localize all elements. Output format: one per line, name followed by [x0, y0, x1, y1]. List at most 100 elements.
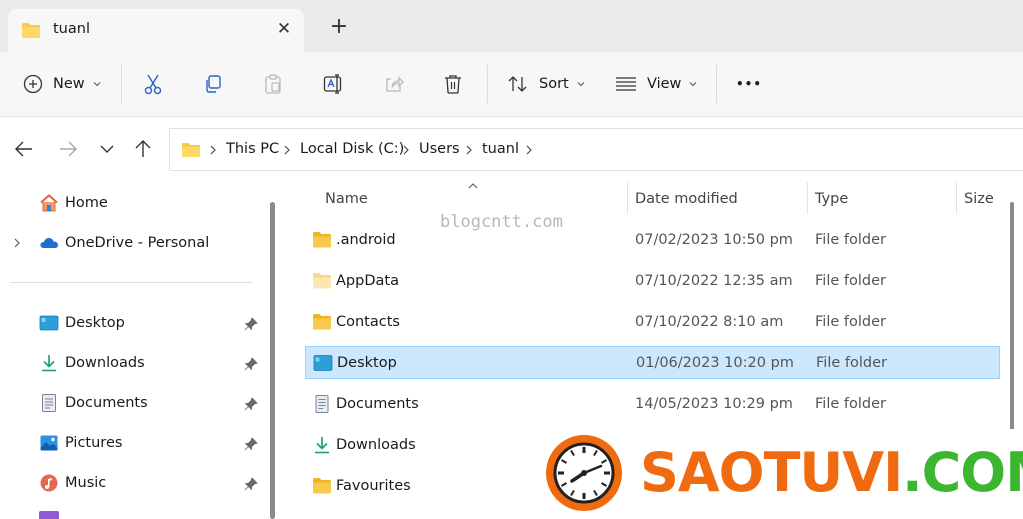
navigation-pane: Home OneDrive - Personal Desktop Downloa… — [0, 182, 263, 519]
desktop-icon — [313, 355, 333, 371]
folder-icon — [313, 314, 331, 330]
column-header-date[interactable]: Date modified — [635, 191, 738, 207]
chevron-down-icon — [690, 82, 697, 87]
column-header-name[interactable]: Name — [325, 191, 368, 207]
sidebar-item-label: OneDrive - Personal — [65, 235, 210, 251]
file-type: File folder — [815, 232, 886, 248]
address-bar[interactable]: This PC Local Disk (C:) Users tuanl — [169, 128, 1023, 171]
sort-button[interactable]: Sort — [507, 66, 585, 102]
folder-icon — [313, 478, 331, 494]
file-date: 01/06/2023 10:20 pm — [636, 355, 794, 371]
chevron-down-icon — [577, 82, 585, 87]
file-name: .android — [336, 232, 396, 248]
chevron-right-icon — [466, 145, 472, 155]
chevron-right-icon[interactable] — [12, 238, 22, 248]
recent-locations-button[interactable] — [95, 137, 119, 161]
rename-button[interactable] — [323, 66, 345, 102]
cut-button[interactable] — [143, 66, 163, 102]
back-button[interactable] — [12, 137, 36, 161]
file-name: Desktop — [337, 355, 397, 371]
toolbar-divider — [716, 65, 717, 103]
rename-icon — [323, 74, 342, 94]
column-divider[interactable] — [956, 182, 957, 214]
table-row[interactable]: Contacts 07/10/2022 8:10 am File folder — [305, 306, 1000, 339]
share-icon — [386, 76, 404, 92]
file-name: Contacts — [336, 314, 400, 330]
sidebar-item-home[interactable]: Home — [0, 184, 263, 220]
new-button[interactable]: New — [23, 66, 101, 102]
more-options-button[interactable]: ••• — [736, 66, 762, 102]
chevron-right-icon — [403, 145, 409, 155]
file-name: Downloads — [336, 437, 416, 453]
copy-button[interactable] — [203, 66, 223, 102]
file-type: File folder — [816, 355, 887, 371]
watermark-blogcntt: blogcntt.com — [440, 212, 563, 232]
sidebar-item-pictures[interactable]: Pictures — [0, 424, 263, 460]
view-label: View — [647, 76, 682, 92]
sidebar-scrollbar[interactable] — [263, 182, 285, 519]
toolbar-divider — [121, 65, 122, 103]
scissors-icon — [144, 74, 162, 95]
pin-icon[interactable] — [244, 357, 258, 371]
file-list-scrollbar[interactable] — [1001, 182, 1023, 432]
sort-ascending-icon — [468, 183, 478, 189]
tab-strip: tuanl ✕ + — [0, 0, 1023, 52]
home-icon — [40, 194, 58, 212]
column-divider[interactable] — [807, 182, 808, 214]
breadcrumb-tuanl[interactable]: tuanl — [482, 141, 519, 157]
up-button[interactable] — [131, 137, 155, 161]
view-button[interactable]: View — [615, 66, 697, 102]
folder-icon — [313, 273, 331, 289]
sidebar-item-downloads[interactable]: Downloads — [0, 344, 263, 380]
file-name: Favourites — [336, 478, 411, 494]
sidebar-item-label: Pictures — [65, 435, 123, 451]
arrow-up-icon — [135, 140, 151, 157]
column-header-size[interactable]: Size — [964, 191, 994, 207]
folder-icon — [313, 232, 331, 248]
forward-button[interactable] — [56, 137, 80, 161]
breadcrumb-local-disk[interactable]: Local Disk (C:) — [300, 141, 404, 157]
file-date: 07/10/2022 12:35 am — [635, 273, 793, 289]
sort-label: Sort — [539, 76, 569, 92]
table-row[interactable]: Documents 14/05/2023 10:29 pm File folde… — [305, 388, 1000, 421]
navigation-bar: This PC Local Disk (C:) Users tuanl — [0, 116, 1023, 182]
videos-icon — [39, 511, 59, 519]
close-tab-icon[interactable]: ✕ — [274, 19, 294, 39]
table-row[interactable]: .android 07/02/2023 10:50 pm File folder — [305, 224, 1000, 257]
tab-tuanl[interactable]: tuanl ✕ — [8, 9, 304, 52]
table-row-selected[interactable]: Desktop 01/06/2023 10:20 pm File folder — [305, 346, 1000, 379]
chevron-down-icon — [93, 82, 101, 87]
pin-icon[interactable] — [244, 437, 258, 451]
pin-icon[interactable] — [244, 397, 258, 411]
pin-icon[interactable] — [244, 477, 258, 491]
file-type: File folder — [815, 314, 886, 330]
sort-arrows-icon — [508, 76, 527, 92]
chevron-right-icon — [210, 145, 216, 155]
sidebar-item-label: Music — [65, 475, 107, 491]
file-date: 07/02/2023 10:50 pm — [635, 232, 793, 248]
clock-logo-icon — [546, 435, 622, 511]
share-button[interactable] — [384, 66, 404, 102]
column-header-type[interactable]: Type — [815, 191, 848, 207]
sidebar-item-music[interactable]: Music — [0, 464, 263, 500]
breadcrumb-users[interactable]: Users — [419, 141, 460, 157]
sidebar-item-desktop[interactable]: Desktop — [0, 304, 263, 340]
pin-icon[interactable] — [244, 317, 258, 331]
sidebar-item-documents[interactable]: Documents — [0, 384, 263, 420]
file-date: 07/10/2022 8:10 am — [635, 314, 784, 330]
documents-icon — [42, 394, 56, 412]
paste-button[interactable] — [263, 66, 283, 102]
new-tab-button[interactable]: + — [328, 16, 350, 38]
downloads-icon — [42, 355, 56, 372]
delete-button[interactable] — [443, 66, 463, 102]
more-icon: ••• — [736, 77, 763, 91]
sidebar-scroll-thumb[interactable] — [270, 202, 275, 519]
plus-circle-icon — [23, 74, 43, 94]
breadcrumb-this-pc[interactable]: This PC — [226, 141, 279, 157]
column-divider[interactable] — [627, 182, 628, 214]
file-list-scroll-thumb[interactable] — [1010, 202, 1014, 430]
new-label: New — [53, 76, 85, 92]
sidebar-item-onedrive[interactable]: OneDrive - Personal — [0, 224, 263, 260]
table-row[interactable]: AppData 07/10/2022 12:35 am File folder — [305, 265, 1000, 298]
chevron-down-icon — [100, 145, 114, 153]
